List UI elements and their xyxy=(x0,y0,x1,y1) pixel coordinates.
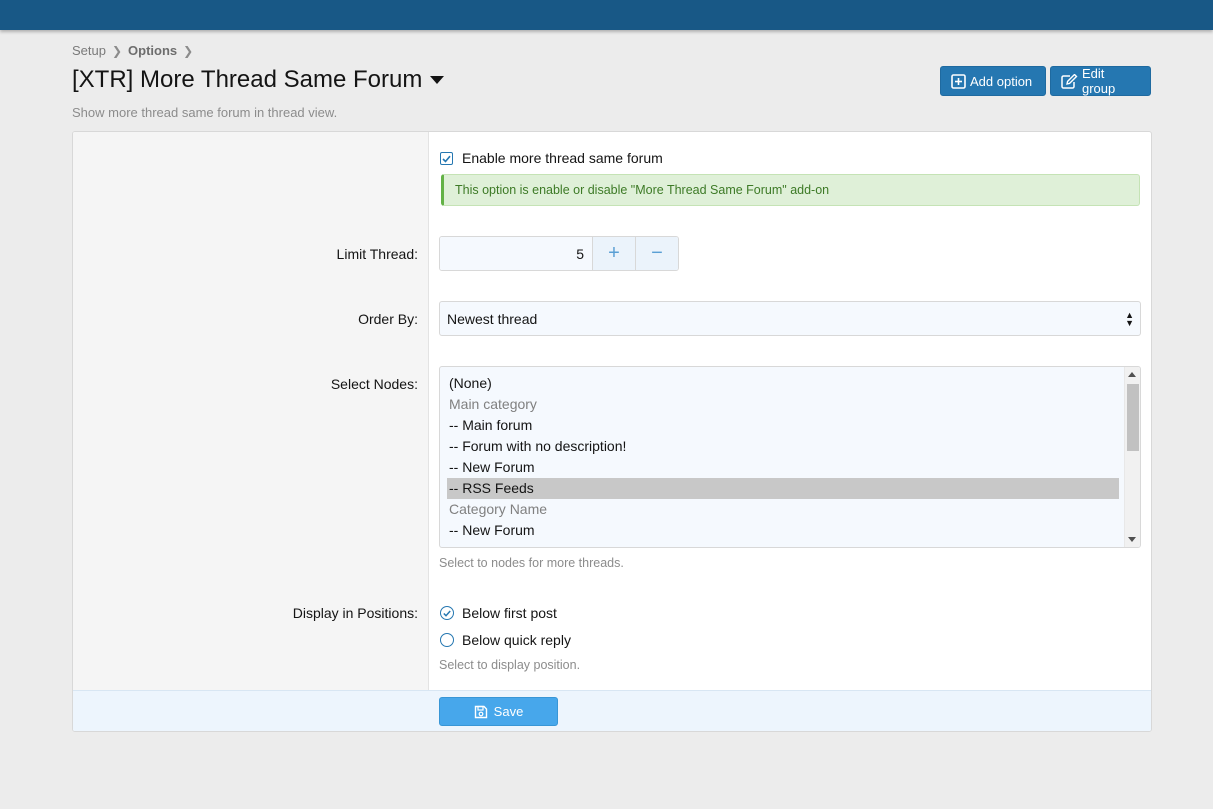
radio-below-quick-reply[interactable] xyxy=(440,633,454,647)
list-item[interactable]: -- New Forum xyxy=(447,457,1119,478)
page-description: Show more thread same forum in thread vi… xyxy=(72,105,338,120)
increment-button[interactable]: + xyxy=(592,237,635,270)
enable-explain-box: This option is enable or disable "More T… xyxy=(441,174,1140,206)
scroll-thumb[interactable] xyxy=(1127,384,1139,451)
list-item[interactable]: -- Forum with no description! xyxy=(447,436,1119,457)
save-label: Save xyxy=(493,704,524,719)
enable-checkbox-label[interactable]: Enable more thread same forum xyxy=(462,150,663,166)
breadcrumb-setup[interactable]: Setup xyxy=(72,43,106,58)
decrement-button[interactable]: − xyxy=(635,237,678,270)
chevron-right-icon: ❯ xyxy=(111,43,123,58)
save-icon xyxy=(474,705,488,719)
plus-square-icon xyxy=(951,73,966,89)
options-form: Enable more thread same forum This optio… xyxy=(72,131,1152,732)
display-positions-hint: Select to display position. xyxy=(439,658,581,672)
list-item[interactable]: -- New Forum xyxy=(447,520,1119,541)
select-nodes-hint: Select to nodes for more threads. xyxy=(439,556,624,570)
order-by-select[interactable]: Newest thread ▲ ▼ xyxy=(439,301,1141,336)
scroll-down-icon[interactable] xyxy=(1128,537,1136,542)
save-button[interactable]: Save xyxy=(439,697,558,726)
limit-thread-stepper: + − xyxy=(439,236,679,271)
form-footer: Save xyxy=(73,690,1151,731)
select-arrows-icon: ▲ ▼ xyxy=(1125,310,1134,328)
list-item[interactable]: -- RSS Feeds xyxy=(447,478,1119,499)
limit-thread-input[interactable] xyxy=(440,237,592,270)
page-title-wrap: [XTR] More Thread Same Forum xyxy=(72,66,445,94)
list-item[interactable]: (None) xyxy=(447,373,1119,394)
select-nodes-label: Select Nodes: xyxy=(330,376,418,392)
radio-below-first-post[interactable] xyxy=(440,606,454,620)
edit-icon xyxy=(1061,73,1078,89)
limit-thread-label: Limit Thread: xyxy=(336,246,418,262)
list-item: Category Name xyxy=(449,501,548,517)
display-positions-label: Display in Positions: xyxy=(292,605,418,621)
edit-group-button[interactable]: Edit group xyxy=(1050,66,1151,96)
order-by-value: Newest thread xyxy=(447,310,538,327)
radio-label[interactable]: Below first post xyxy=(462,605,557,621)
top-navigation-bar xyxy=(0,0,1213,30)
select-nodes-listbox[interactable]: (None) Main category -- Main forum -- Fo… xyxy=(439,366,1141,548)
check-icon xyxy=(442,155,451,163)
chevron-right-icon: ❯ xyxy=(183,43,194,58)
add-option-button[interactable]: Add option xyxy=(940,66,1046,96)
list-item: Main category xyxy=(449,396,537,412)
breadcrumb: Setup ❯ Options ❯ xyxy=(72,43,199,58)
add-option-label: Add option xyxy=(970,73,1033,89)
scroll-up-icon[interactable] xyxy=(1128,372,1136,377)
select-nodes-list: (None) Main category -- Main forum -- Fo… xyxy=(447,373,1119,541)
caret-down-icon[interactable] xyxy=(430,76,445,84)
list-item[interactable]: -- Main forum xyxy=(447,415,1119,436)
breadcrumb-options[interactable]: Options xyxy=(128,43,177,58)
order-by-label: Order By: xyxy=(358,311,418,327)
listbox-scrollbar[interactable] xyxy=(1124,367,1140,547)
page-title: [XTR] More Thread Same Forum xyxy=(72,66,423,93)
enable-checkbox[interactable] xyxy=(440,152,453,165)
edit-group-label: Edit group xyxy=(1082,66,1116,96)
check-icon xyxy=(443,610,451,617)
radio-label[interactable]: Below quick reply xyxy=(462,632,571,648)
